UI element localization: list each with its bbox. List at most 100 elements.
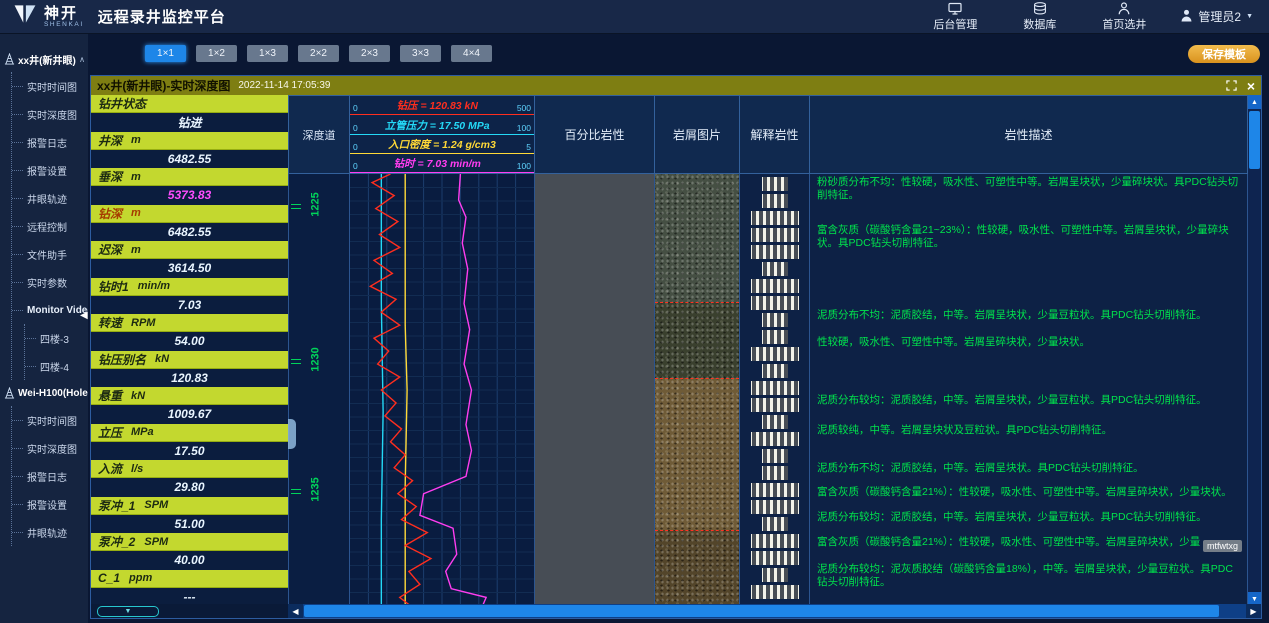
sidebar-item[interactable]: 井眼轨迹: [12, 184, 88, 212]
top-bar: 神开 SHENKAI 远程录井监控平台 后台管理数据库首页选井 管理员2 ▼: [0, 0, 1269, 34]
scroll-right-button[interactable]: ▶: [1246, 604, 1261, 618]
collapse-caret-icon[interactable]: ∧: [79, 55, 85, 64]
derrick-icon: [4, 53, 15, 65]
sidebar-item[interactable]: 井眼轨迹: [12, 518, 88, 546]
sidebar-well[interactable]: xx井(新井眼)∧: [4, 46, 88, 72]
scroll-left-button[interactable]: ◀: [288, 604, 303, 618]
user-icon: [1180, 9, 1193, 25]
layout-button-4×4[interactable]: 4×4: [451, 45, 492, 62]
parameter-label: 泵冲_2SPM: [91, 533, 288, 551]
parameter-row: 钻深m 6482.55: [91, 205, 288, 242]
scroll-up-button[interactable]: ▲: [1248, 95, 1261, 109]
nav-database[interactable]: 数据库: [1023, 2, 1056, 32]
layout-buttons: 1×1 1×2 1×3 2×2 2×3 3×3 4×4: [145, 45, 492, 62]
lithology-percent-track: [535, 174, 655, 606]
sidebar-item[interactable]: 文件助手: [12, 240, 88, 268]
pager-dropdown-icon[interactable]: ▼: [125, 608, 132, 615]
vertical-scroll-thumb[interactable]: [1249, 111, 1260, 169]
sidebar-item[interactable]: 实时参数: [12, 268, 88, 296]
horizontal-scroll-thumb[interactable]: [304, 605, 1219, 617]
parameter-row: 立压MPa 17.50: [91, 424, 288, 461]
sidebar-item[interactable]: 实时时间图: [12, 406, 88, 434]
expand-icon[interactable]: [1226, 80, 1237, 91]
lithology-symbol-block: [762, 194, 788, 208]
layout-toolbar: 1×1 1×2 1×3 2×2 2×3 3×3 4×4: [145, 45, 492, 62]
user-name: 管理员2: [1198, 8, 1241, 25]
parameter-value: 7.03: [91, 296, 288, 314]
layout-button-2×2[interactable]: 2×2: [298, 45, 339, 62]
cuttings-photo: [655, 174, 739, 302]
chevron-down-icon: ▼: [1246, 13, 1253, 20]
lithology-symbol-block: [762, 330, 788, 344]
lithology-symbol-block: [751, 211, 799, 225]
cuttings-photo: [655, 378, 739, 530]
parameter-label: 悬重kN: [91, 387, 288, 405]
sidebar-item[interactable]: 实时深度图: [12, 434, 88, 462]
horizontal-scrollbar[interactable]: ◀ ▶: [288, 604, 1261, 618]
parameter-label: 钻井状态: [91, 95, 288, 113]
panel-footer: ▼ ◀ ▶: [91, 604, 1261, 618]
sidebar-item[interactable]: 远程控制: [12, 212, 88, 240]
parameter-value: 6482.55: [91, 223, 288, 241]
layout-button-1×1[interactable]: 1×1: [145, 45, 186, 62]
lithology-description: 泥质分布不均：泥质胶结，中等。岩屑呈块状，少量豆粒状。具PDC钻头切削特征。: [817, 309, 1239, 322]
sidebar-item[interactable]: 报警日志: [12, 462, 88, 490]
column-header-lithology-description: 岩性描述: [810, 95, 1248, 174]
derrick-icon: [4, 387, 15, 399]
curves-plot: [350, 174, 534, 606]
nav-home[interactable]: 首页选井: [1102, 2, 1146, 32]
panel-titlebar[interactable]: xx井(新井眼)-实时深度图 2022-11-14 17:05:39 ×: [91, 76, 1261, 95]
panel-content: 钻井状态 钻进 井深m 6482.55 垂深m 5373.83 钻深m 6482…: [91, 95, 1261, 606]
close-icon[interactable]: ×: [1247, 79, 1255, 93]
brand-logo[interactable]: 神开 SHENKAI: [12, 3, 84, 30]
parameter-label: 垂深m: [91, 168, 288, 186]
sidebar-item[interactable]: 实时深度图: [12, 100, 88, 128]
database-icon: [1033, 2, 1047, 15]
lithology-symbol-block: [762, 262, 788, 276]
lithology-description: 泥质分布较均：泥质胶结，中等。岩屑呈块状，少量豆粒状。具PDC钻头切削特征。: [817, 394, 1239, 407]
user-menu[interactable]: 管理员2 ▼: [1180, 8, 1253, 25]
column-header-lithology-percent: 百分比岩性: [535, 95, 655, 174]
save-template-button[interactable]: 保存模板: [1188, 45, 1260, 63]
sidebar-item[interactable]: 实时时间图: [12, 72, 88, 100]
parameter-label: 井深m: [91, 132, 288, 150]
track-collapse-handle[interactable]: [288, 419, 296, 449]
parameter-value: 29.80: [91, 478, 288, 496]
lithology-description: 富含灰质（碳酸钙含量21%）：性较硬，吸水性、可塑性中等。岩屑呈碎块状，少量: [817, 536, 1239, 549]
depth-label: 1225: [310, 188, 323, 222]
parameter-pager[interactable]: ▼: [97, 606, 159, 617]
lithology-symbol-block: [751, 483, 799, 497]
sidebar-item[interactable]: 报警设置: [12, 156, 88, 184]
sidebar-item[interactable]: 报警日志: [12, 128, 88, 156]
sidebar-well[interactable]: Wei-H100(Hole-1)∧: [4, 380, 88, 406]
sidebar-tree: xx井(新井眼)∧实时时间图实时深度图报警日志报警设置井眼轨迹远程控制文件助手实…: [4, 46, 88, 546]
cuttings-photo-track: [655, 174, 740, 606]
depth-tick: [291, 363, 301, 364]
chart-body: 122512301235 粉砂质分布不均：性较硬，吸水性、可塑性中等。岩屑呈块状…: [288, 174, 1248, 606]
sidebar-item-monitor-video[interactable]: Monitor Video∧: [12, 296, 88, 324]
panel-title: xx井(新井眼)-实时深度图: [97, 77, 230, 94]
lithology-symbol-block: [751, 381, 799, 395]
layout-button-2×3[interactable]: 2×3: [349, 45, 390, 62]
sidebar-collapse-handle[interactable]: ◀: [80, 310, 88, 321]
vertical-scrollbar[interactable]: ▲ ▼: [1248, 95, 1261, 606]
layout-button-3×3[interactable]: 3×3: [400, 45, 441, 62]
sidebar-item[interactable]: 四楼-3: [25, 324, 88, 352]
top-nav: 后台管理 数据库 首页选井: [933, 2, 1146, 32]
parameter-row: 垂深m 5373.83: [91, 168, 288, 205]
lithology-description: 泥质分布较均：泥质胶结，中等。岩屑呈块状，少量豆粒状。具PDC钻头切削特征。: [817, 511, 1239, 524]
chart-header: 深度道 0钻压 = 120.83 kN5000立管压力 = 17.50 MPa1…: [288, 95, 1248, 174]
layout-button-1×3[interactable]: 1×3: [247, 45, 288, 62]
curve-legend-row: 0入口密度 = 1.24 g/cm35: [350, 135, 534, 154]
depth-tick: [291, 359, 301, 360]
brand-name: 神开: [44, 6, 84, 21]
depth-label: 1235: [310, 473, 323, 507]
lithology-description: 性较硬，吸水性、可塑性中等。岩屑呈碎块状，少量块状。: [817, 336, 1239, 349]
parameter-label: 泵冲_1SPM: [91, 497, 288, 515]
curve-track[interactable]: [350, 174, 535, 606]
sidebar-item[interactable]: 报警设置: [12, 490, 88, 518]
sidebar-item[interactable]: 四楼-4: [25, 352, 88, 380]
nav-backend[interactable]: 后台管理: [933, 2, 977, 32]
layout-button-1×2[interactable]: 1×2: [196, 45, 237, 62]
curve-legend-row: 0立管压力 = 17.50 MPa100: [350, 115, 534, 134]
